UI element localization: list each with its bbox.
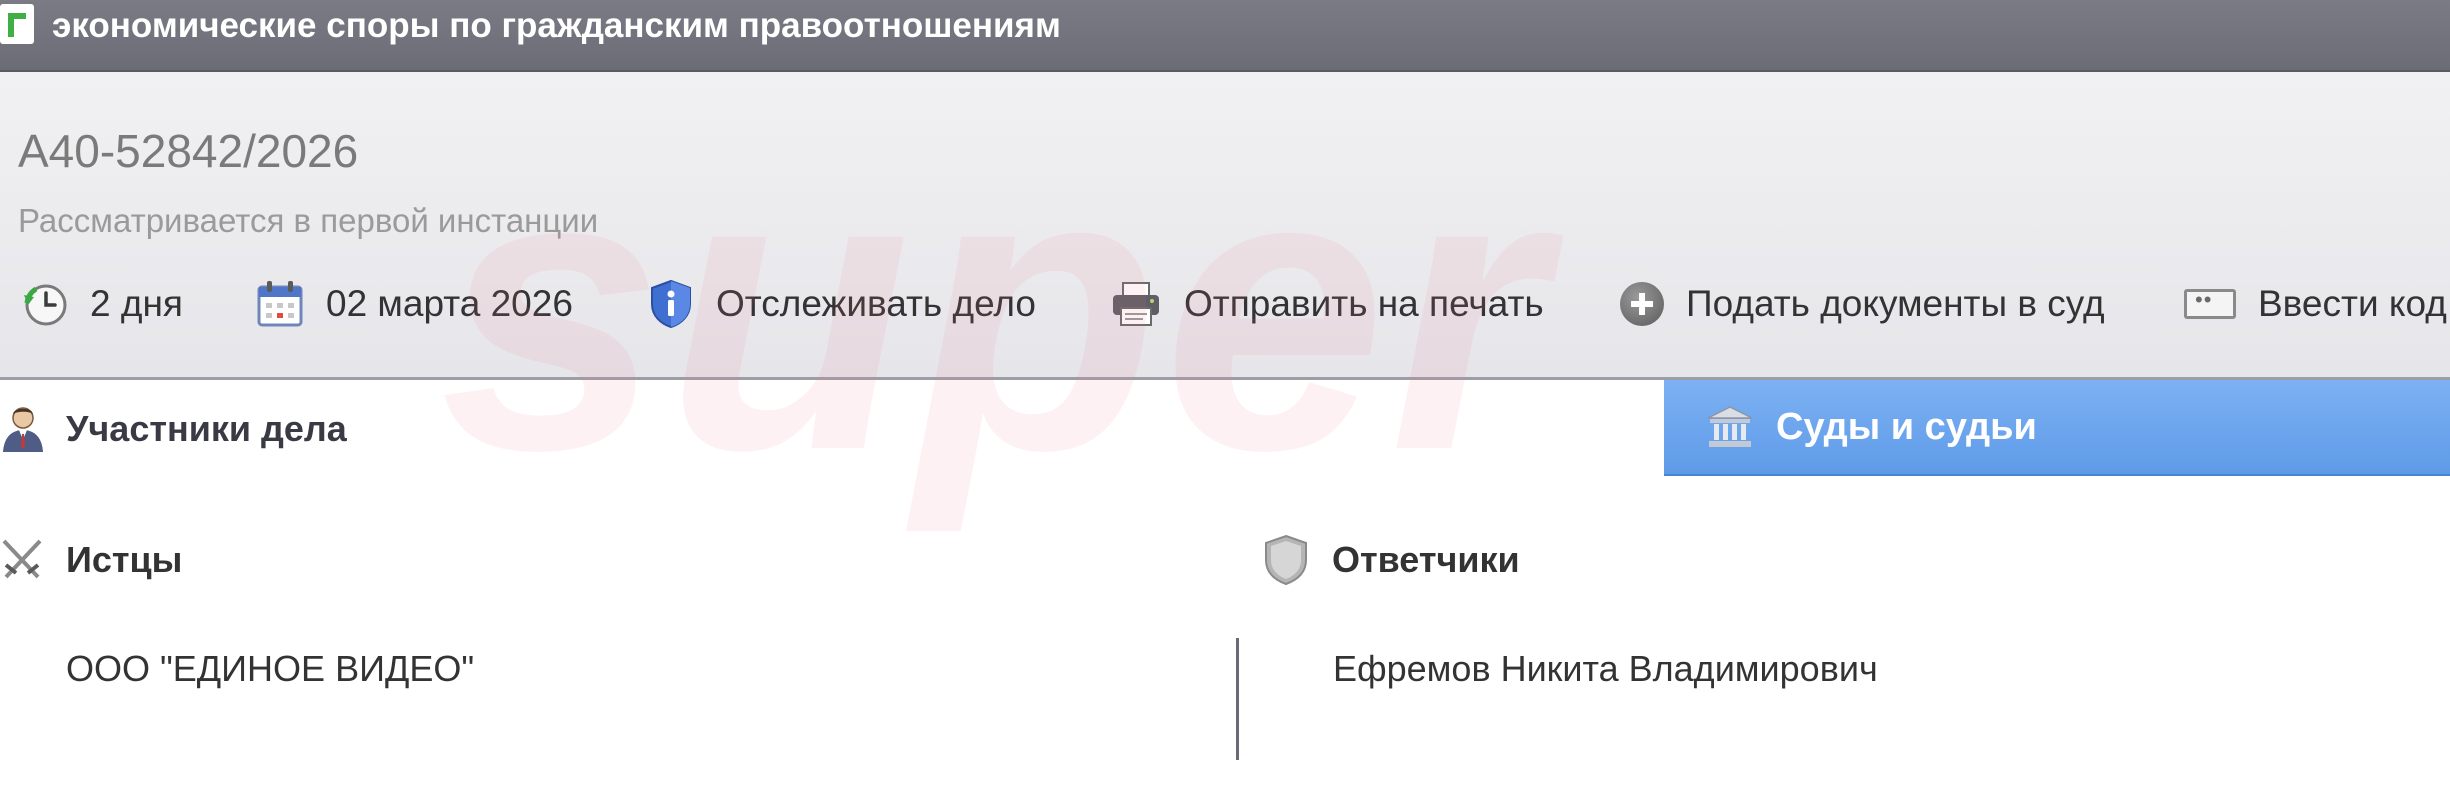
hearing-date-label: 02 марта 2026 [326, 283, 573, 324]
submit-documents-button[interactable]: Подать документы в суд [1620, 272, 2105, 336]
print-button[interactable]: Отправить на печать [1110, 272, 1544, 336]
track-case-button[interactable]: Отслеживать дело [648, 272, 1036, 336]
case-toolbar: 2 дня 02 марта 2026 Отслеживать дело Отп… [0, 272, 2450, 336]
tab-courts-judges[interactable]: Суды и судьи [1664, 380, 2450, 476]
defendants-heading-label: Ответчики [1332, 539, 1520, 580]
tab-courts-label: Суды и судьи [1776, 405, 2037, 448]
plaintiffs-heading-label: Истцы [66, 539, 183, 580]
enter-code-button[interactable]: Ввести код [2184, 272, 2447, 336]
duration-label: 2 дня [90, 283, 183, 324]
case-header: А40-52842/2026 Рассматривается в первой … [0, 72, 2450, 380]
person-icon [0, 404, 46, 454]
plaintiffs-heading: Истцы [0, 530, 182, 590]
case-tabs: Участники дела Суды и судьи [0, 380, 2450, 478]
duration-indicator: 2 дня [22, 272, 183, 336]
submit-documents-label: Подать документы в суд [1686, 283, 2105, 324]
tab-participants-label: Участники дела [66, 408, 347, 449]
case-status: Рассматривается в первой инстанции [18, 202, 599, 239]
plaintiff-name[interactable]: ООО "ЕДИНОЕ ВИДЕО" [66, 648, 474, 690]
print-label: Отправить на печать [1184, 283, 1544, 324]
track-case-label: Отслеживать дело [716, 283, 1037, 324]
plus-circle-icon [1620, 282, 1664, 326]
defendants-heading: Ответчики [1262, 530, 1520, 590]
title-bar: экономические споры по гражданским право… [0, 0, 2450, 72]
bank-icon [1706, 405, 1754, 449]
page: экономические споры по гражданским право… [0, 0, 2450, 789]
parties-divider [1236, 638, 1239, 760]
case-number: А40-52842/2026 [18, 125, 359, 177]
printer-icon [1110, 280, 1162, 328]
document-icon [0, 4, 34, 44]
tab-participants[interactable]: Участники дела [0, 380, 1662, 478]
calendar-icon [256, 279, 304, 329]
defendant-name[interactable]: Ефремов Никита Владимирович [1333, 648, 1878, 690]
enter-code-label: Ввести код [2258, 283, 2447, 324]
hearing-date: 02 марта 2026 [256, 272, 573, 336]
window-title: экономические споры по гражданским право… [52, 6, 1061, 45]
shield-icon [1262, 534, 1310, 586]
code-card-icon [2184, 287, 2236, 319]
shield-info-icon [648, 279, 694, 329]
crossed-swords-icon [0, 537, 44, 583]
clock-icon [22, 281, 68, 327]
